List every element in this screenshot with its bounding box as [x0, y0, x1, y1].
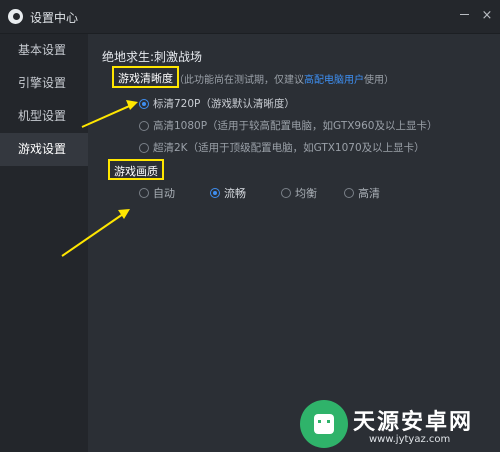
android-logo-icon: [300, 400, 348, 448]
watermark: 天源安卓网 www.jytyaz.com: [297, 396, 500, 452]
watermark-brand: 天源安卓网: [353, 410, 474, 435]
arrow-icon: [81, 100, 138, 128]
annotation-arrows: [61, 100, 138, 257]
watermark-url: www.jytyaz.com: [369, 434, 451, 445]
arrow-icon: [61, 209, 130, 257]
